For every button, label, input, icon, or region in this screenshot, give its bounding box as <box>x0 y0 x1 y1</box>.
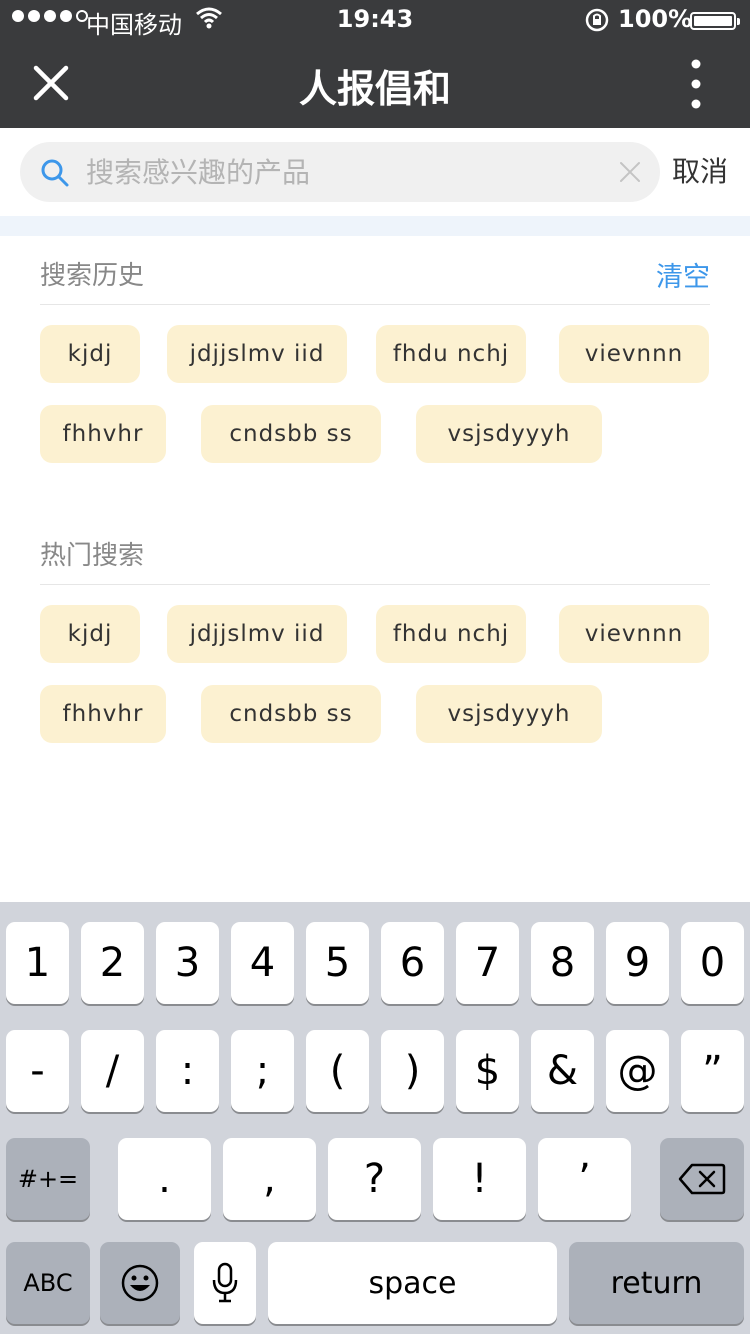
cancel-button[interactable]: 取消 <box>672 150 728 190</box>
key-slash[interactable]: / <box>81 1030 144 1112</box>
backspace-icon <box>678 1163 726 1195</box>
hot-tag[interactable]: jdjjslmv iid <box>167 605 347 663</box>
more-vertical-icon[interactable] <box>676 58 716 110</box>
key-exclamation[interactable]: ! <box>433 1138 526 1220</box>
space-key[interactable]: space <box>268 1242 557 1324</box>
key-6[interactable]: 6 <box>381 922 444 1004</box>
key-8[interactable]: 8 <box>531 922 594 1004</box>
history-tag[interactable]: fhdu nchj <box>376 325 526 383</box>
hot-tag[interactable]: vsjsdyyyh <box>416 685 602 743</box>
status-bar: 中国移动 19:43 100% <box>0 0 750 40</box>
key-hyphen[interactable]: - <box>6 1030 69 1112</box>
abc-key[interactable]: ABC <box>6 1242 90 1324</box>
key-at[interactable]: @ <box>606 1030 669 1112</box>
key-comma[interactable]: , <box>223 1138 316 1220</box>
key-7[interactable]: 7 <box>456 922 519 1004</box>
keyboard: 1 2 3 4 5 6 7 8 9 0 - / : ; ( ) $ & @ ” … <box>0 902 750 1334</box>
history-tag[interactable]: vievnnn <box>559 325 709 383</box>
key-colon[interactable]: : <box>156 1030 219 1112</box>
microphone-icon <box>212 1262 238 1303</box>
key-3[interactable]: 3 <box>156 922 219 1004</box>
search-icon <box>41 159 69 187</box>
close-icon[interactable] <box>28 60 74 106</box>
page-title: 人报倡和 <box>298 67 451 111</box>
battery-icon <box>690 12 740 30</box>
history-tag[interactable]: vsjsdyyyh <box>416 405 602 463</box>
key-close-paren[interactable]: ) <box>381 1030 444 1112</box>
history-tag[interactable]: kjdj <box>40 325 140 383</box>
key-dollar[interactable]: $ <box>456 1030 519 1112</box>
key-open-paren[interactable]: ( <box>306 1030 369 1112</box>
search-area: 取消 <box>0 128 750 216</box>
symbols-toggle-key[interactable]: #+= <box>6 1138 90 1220</box>
hot-divider <box>40 584 710 585</box>
hot-tag[interactable]: fhdu nchj <box>376 605 526 663</box>
history-tag[interactable]: fhhvhr <box>40 405 166 463</box>
history-divider <box>40 304 710 305</box>
battery-percent: 100% <box>618 5 693 33</box>
key-quote[interactable]: ” <box>681 1030 744 1112</box>
clear-input-icon[interactable] <box>618 160 642 184</box>
hot-section-title: 热门搜索 <box>40 541 145 571</box>
microphone-key[interactable] <box>194 1242 256 1324</box>
clear-history-button[interactable]: 清空 <box>656 255 710 294</box>
key-2[interactable]: 2 <box>81 922 144 1004</box>
key-4[interactable]: 4 <box>231 922 294 1004</box>
hot-tag[interactable]: kjdj <box>40 605 140 663</box>
rotation-lock-icon <box>585 8 609 32</box>
search-box <box>20 142 660 202</box>
history-section-title: 搜索历史 <box>40 261 145 291</box>
hot-tag[interactable]: vievnnn <box>559 605 709 663</box>
search-input[interactable] <box>86 150 596 194</box>
key-ampersand[interactable]: & <box>531 1030 594 1112</box>
nav-bar: 人报倡和 <box>0 40 750 128</box>
history-tag[interactable]: cndsbb ss <box>201 405 381 463</box>
key-1[interactable]: 1 <box>6 922 69 1004</box>
history-tag[interactable]: jdjjslmv iid <box>167 325 347 383</box>
return-key[interactable]: return <box>569 1242 744 1324</box>
divider-band <box>0 216 750 236</box>
key-0[interactable]: 0 <box>681 922 744 1004</box>
emoji-icon <box>121 1264 159 1302</box>
key-9[interactable]: 9 <box>606 922 669 1004</box>
key-question[interactable]: ? <box>328 1138 421 1220</box>
emoji-key[interactable] <box>100 1242 180 1324</box>
key-apostrophe[interactable]: ’ <box>538 1138 631 1220</box>
hot-tag[interactable]: fhhvhr <box>40 685 166 743</box>
key-semicolon[interactable]: ; <box>231 1030 294 1112</box>
key-period[interactable]: . <box>118 1138 211 1220</box>
hot-tag[interactable]: cndsbb ss <box>201 685 381 743</box>
key-5[interactable]: 5 <box>306 922 369 1004</box>
delete-key[interactable] <box>660 1138 744 1220</box>
